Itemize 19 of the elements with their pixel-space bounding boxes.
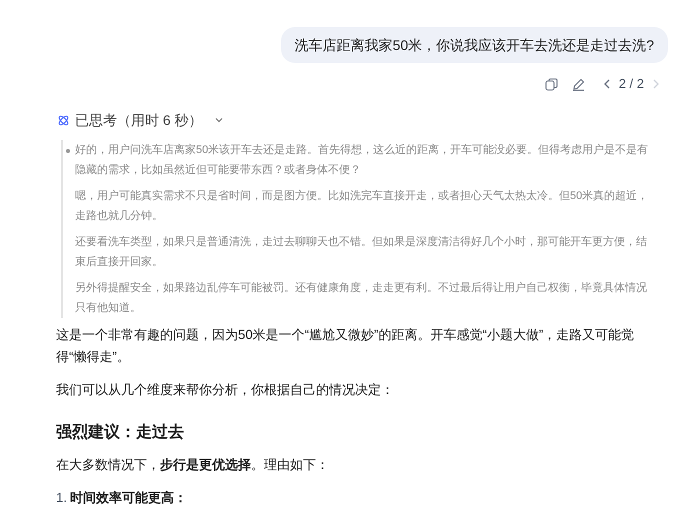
list-item-title: 时间效率可能更高： [70,489,187,507]
copy-icon[interactable] [544,78,558,90]
answer-heading: 强烈建议：走过去 [56,422,185,443]
answer-paragraph: 这是一个非常有趣的问题，因为50米是一个“尴尬又微妙”的距离。开车感觉“小题大做”，走路又可能觉得“懒得走”。 [56,326,636,366]
answer-paragraph: 在大多数情况下，步行是更优选择。理由如下： [56,456,330,474]
page-counter: 2 / 2 [618,75,644,94]
user-message: 洗车店距离我家50米，你说我应该开车去洗还是走过去洗? [280,27,668,63]
edit-icon[interactable] [572,78,585,90]
previous-icon[interactable] [602,79,611,89]
chevron-icon [214,115,224,125]
answer-paragraph: 我们可以从几个维度来帮你分析，你根据自己的情况决定： [56,381,395,399]
thinking-toggle[interactable]: 已思考（用时 6 秒） [57,110,224,130]
thought-paragraph: 好的，用户问洗车店离家50米该开车去还是走路。首先得想，这么近的距离，开车可能没必要。但得考虑用户是不是有隐藏的需求，比如虽然近但可能要带东西？或者身体不便？ [75,142,650,178]
list-number: 1. [56,489,67,507]
thought-paragraph: 嗯，用户可能真实需求不只是省时间，而是图方便。比如洗完车直接开走，或者担心天气太热太冷。但50米真的超近，走路也就几分钟。 [75,188,650,224]
thought-paragraph: 还要看洗车类型，如果只是普通清洗，走过去聊聊天也不错。但如果是深度清洁得好几个小时，那可能开车更方便，结束后直接开回家。 [75,234,648,270]
thought-paragraph: 另外得提醒安全，如果路边乱停车可能被罚。还有健康角度，走走更有利。不过最后得让用户自己权衡，毕竟具体情况只有他知道。 [75,280,648,316]
atom-icon [57,114,70,126]
bullet-icon [66,149,70,153]
